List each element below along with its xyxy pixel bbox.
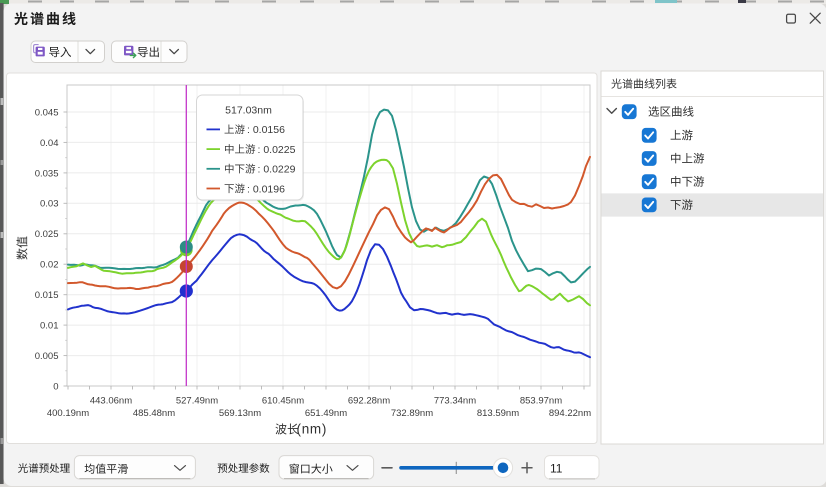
svg-text:853.97nm: 853.97nm — [520, 396, 562, 407]
svg-text:527.49nm: 527.49nm — [176, 396, 218, 407]
svg-text:0.04: 0.04 — [40, 138, 59, 149]
svg-text:0.02: 0.02 — [40, 260, 59, 271]
svg-text:0.03: 0.03 — [40, 199, 59, 210]
svg-text:0.005: 0.005 — [35, 351, 59, 362]
svg-text:: 0.0225: : 0.0225 — [258, 144, 296, 156]
svg-text:11: 11 — [550, 462, 563, 476]
svg-text:773.34nm: 773.34nm — [434, 396, 476, 407]
svg-text:894.22nm: 894.22nm — [549, 408, 591, 419]
svg-text:517.03nm: 517.03nm — [225, 105, 272, 117]
svg-text:443.06nm: 443.06nm — [90, 396, 132, 407]
svg-text:0: 0 — [53, 381, 58, 392]
svg-text:485.48nm: 485.48nm — [133, 408, 175, 419]
svg-text:732.89nm: 732.89nm — [391, 408, 433, 419]
svg-text:0.045: 0.045 — [35, 107, 59, 118]
svg-text:400.19nm: 400.19nm — [47, 408, 89, 419]
svg-text:0.025: 0.025 — [35, 229, 59, 240]
svg-text:: 0.0196: : 0.0196 — [247, 183, 285, 195]
svg-text:610.45nm: 610.45nm — [262, 396, 304, 407]
svg-text:0.035: 0.035 — [35, 168, 59, 179]
svg-text:: 0.0229: : 0.0229 — [258, 164, 296, 176]
svg-text:813.59nm: 813.59nm — [477, 408, 519, 419]
svg-text:569.13nm: 569.13nm — [219, 408, 261, 419]
svg-text:651.49nm: 651.49nm — [305, 408, 347, 419]
svg-text:0.015: 0.015 — [35, 290, 59, 301]
svg-text:(nm): (nm) — [297, 422, 328, 437]
svg-text:692.28nm: 692.28nm — [348, 396, 390, 407]
svg-text:: 0.0156: : 0.0156 — [247, 124, 285, 136]
svg-text:0.01: 0.01 — [40, 321, 59, 332]
